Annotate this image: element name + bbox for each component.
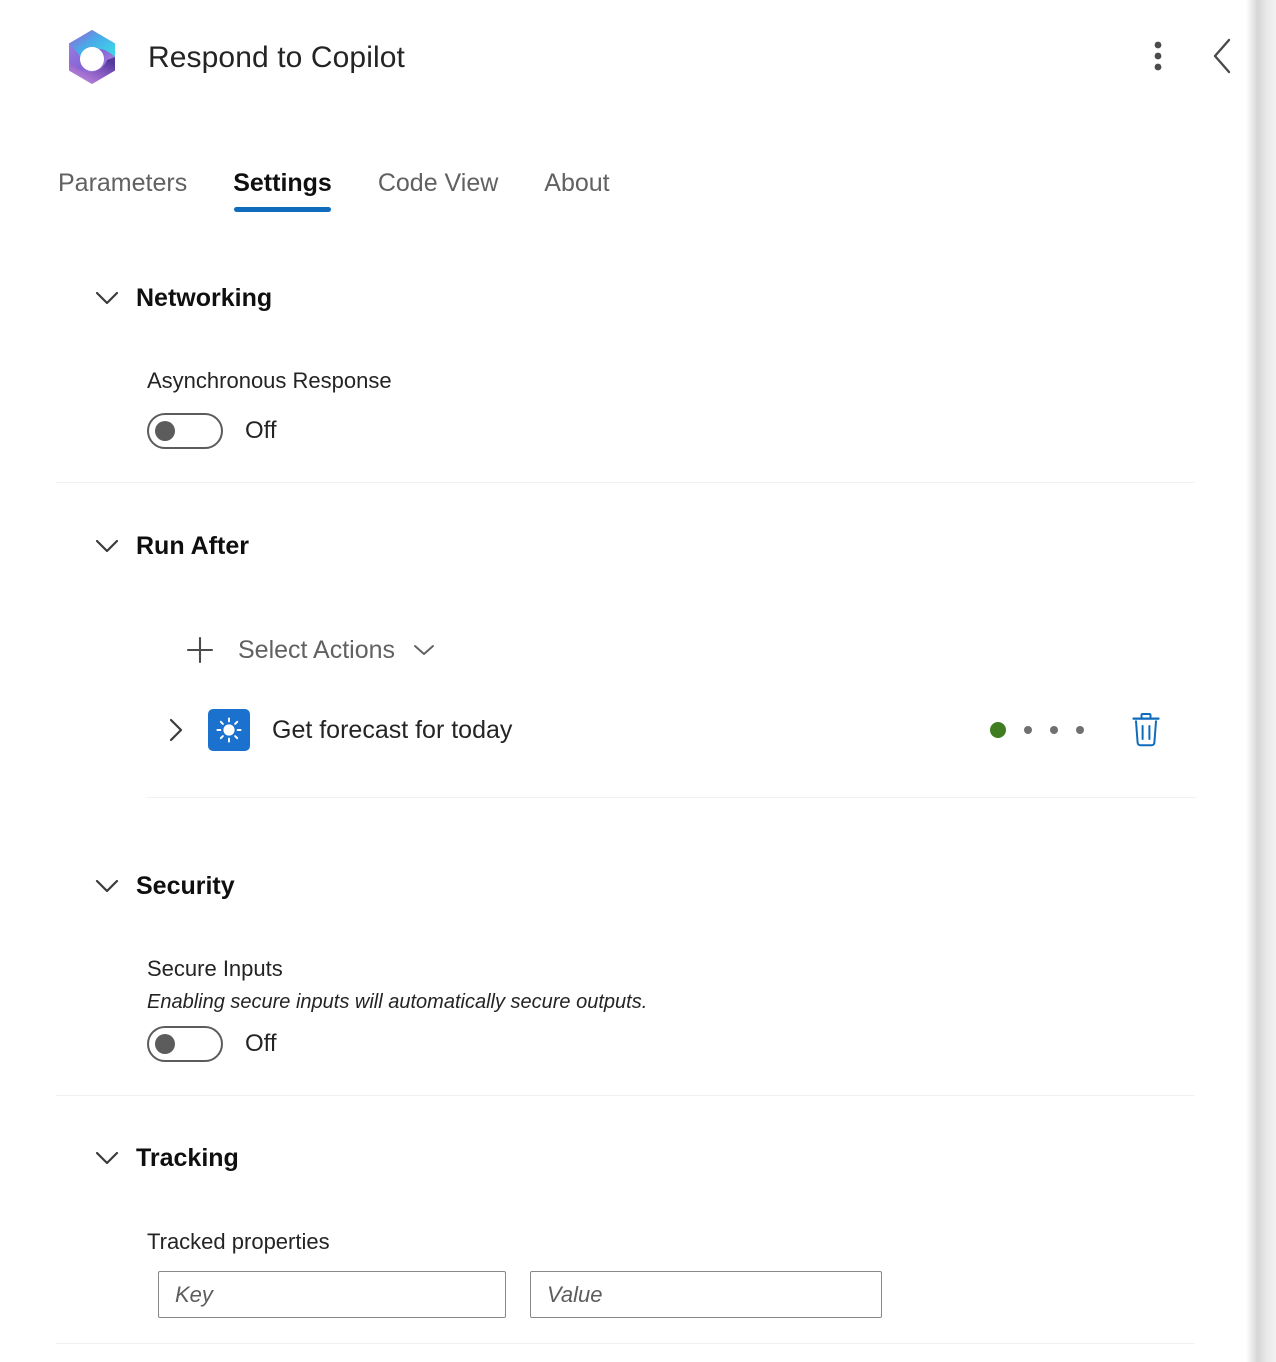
panel-edge-shadow [1246, 0, 1276, 1362]
status-dot-inactive [1050, 726, 1058, 734]
section-title-run-after: Run After [136, 532, 249, 560]
toggle-knob [155, 1034, 175, 1054]
asynchronous-response-label: Asynchronous Response [147, 368, 392, 393]
chevron-down-icon [92, 283, 122, 313]
action-row-divider [146, 797, 1196, 798]
status-dot-inactive [1024, 726, 1032, 734]
tab-parameters[interactable]: Parameters [58, 166, 187, 222]
trash-icon[interactable] [1126, 710, 1166, 750]
status-dot-succeeded [990, 722, 1006, 738]
select-actions-label: Select Actions [238, 636, 396, 664]
status-dot-inactive [1076, 726, 1084, 734]
action-name-label: Get forecast for today [272, 716, 513, 744]
section-divider [56, 1095, 1195, 1096]
chevron-left-icon[interactable] [1198, 32, 1246, 80]
tracked-properties-inputs [158, 1271, 882, 1318]
asynchronous-response-toggle-row: Off [147, 413, 277, 449]
run-after-action-row[interactable]: Get forecast for today [146, 695, 1196, 765]
select-actions-button[interactable]: Select Actions [182, 632, 437, 668]
asynchronous-response-toggle[interactable] [147, 413, 223, 449]
secure-inputs-toggle[interactable] [147, 1026, 223, 1062]
chevron-down-icon [92, 871, 122, 901]
tracked-property-key-input[interactable] [158, 1271, 506, 1318]
chevron-down-icon [92, 531, 122, 561]
panel-header: Respond to Copilot [0, 0, 1246, 112]
secure-inputs-toggle-row: Off [147, 1026, 277, 1062]
section-header-security[interactable]: Security [92, 870, 235, 902]
more-vertical-icon[interactable] [1140, 34, 1176, 78]
tab-code-view[interactable]: Code View [378, 166, 498, 222]
chevron-right-icon[interactable] [160, 714, 192, 746]
section-divider [56, 482, 1195, 483]
section-header-tracking[interactable]: Tracking [92, 1142, 239, 1174]
secure-inputs-hint: Enabling secure inputs will automaticall… [147, 991, 648, 1013]
copilot-365-logo-icon [60, 27, 124, 91]
tab-bar: Parameters Settings Code View About [58, 166, 656, 232]
tracked-properties-label: Tracked properties [147, 1229, 330, 1254]
section-divider [56, 1343, 1195, 1344]
section-title-networking: Networking [136, 284, 273, 312]
chevron-down-icon [411, 637, 437, 663]
section-title-security: Security [136, 872, 235, 900]
secure-inputs-state: Off [245, 1030, 277, 1057]
tab-settings[interactable]: Settings [233, 166, 332, 222]
asynchronous-response-state: Off [245, 417, 277, 444]
page-title: Respond to Copilot [148, 41, 405, 74]
tab-about[interactable]: About [544, 166, 609, 222]
chevron-down-icon [92, 1143, 122, 1173]
action-status-indicator [990, 722, 1084, 738]
section-header-networking[interactable]: Networking [92, 282, 272, 314]
plus-icon [182, 632, 218, 668]
toggle-knob [155, 421, 175, 441]
weather-sun-icon [208, 709, 250, 751]
secure-inputs-label: Secure Inputs [147, 956, 283, 981]
action-settings-panel: Respond to Copilot Parameters Settings C… [0, 0, 1246, 1362]
section-header-run-after[interactable]: Run After [92, 530, 249, 562]
tracked-property-value-input[interactable] [530, 1271, 882, 1318]
section-title-tracking: Tracking [136, 1144, 239, 1172]
